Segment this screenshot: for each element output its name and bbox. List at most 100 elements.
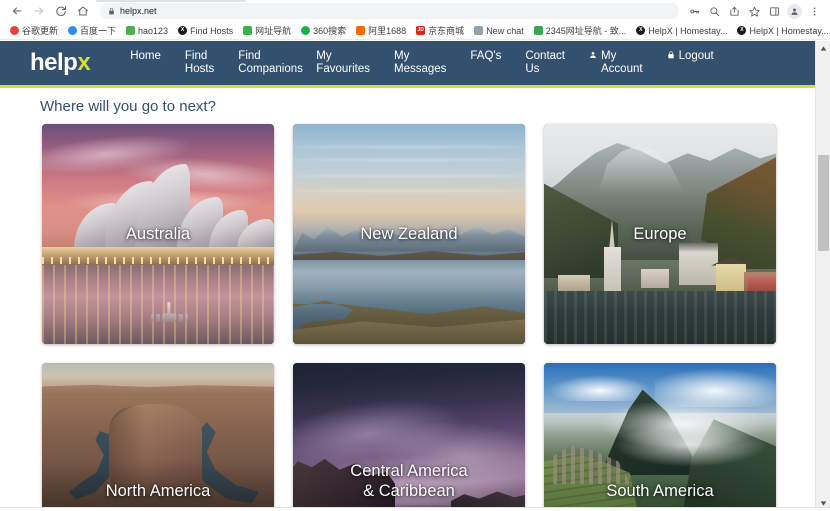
bookmark-item[interactable]: 网址导航 (238, 23, 296, 39)
scroll-up-arrow-icon[interactable] (816, 41, 830, 56)
chrome-menu-icon[interactable] (805, 2, 824, 20)
bookmark-label: New chat (486, 25, 524, 36)
bookmark-favicon (474, 26, 484, 35)
page-scrollbar[interactable] (815, 41, 830, 511)
nav-item-logout[interactable]: Logout (655, 50, 726, 63)
nav-links: Home Find Hosts Find Companions My Favourit… (118, 50, 726, 76)
side-panel-icon[interactable] (765, 2, 784, 20)
bookmark-item[interactable]: 阿里1688 (351, 23, 411, 39)
page-title: Where will you go to next? (40, 98, 216, 115)
bookmark-item[interactable]: hao123 (121, 23, 173, 39)
user-icon (589, 51, 597, 59)
toolbar-actions (685, 2, 824, 20)
destination-card[interactable]: Europe (544, 124, 776, 344)
bookmark-label: 2345网址导航 - 致... (545, 26, 627, 36)
bookmark-favicon: X (636, 26, 646, 35)
home-icon[interactable] (72, 1, 94, 21)
share-icon[interactable] (725, 2, 744, 20)
bookmark-item[interactable]: X HelpX | Homestay... (732, 23, 830, 39)
bookmark-favicon (10, 26, 19, 35)
bookmark-favicon (301, 26, 311, 35)
site-navigation-bar: helpx Home Find Hosts Find Companions My Fa… (0, 41, 815, 88)
nav-item-label: Logout (678, 50, 714, 62)
bookmark-label: HelpX | Homestay... (749, 25, 829, 36)
bookmark-item[interactable]: JD 京东商城 (411, 23, 469, 39)
destination-card[interactable]: Central America & Caribbean (293, 363, 525, 511)
nav-item-my-favourites[interactable]: My Favourites (304, 50, 382, 76)
bookmark-favicon (533, 26, 543, 35)
bookmark-item[interactable]: 2345网址导航 - 致... (529, 23, 632, 39)
bookmark-label: 360搜索 (313, 26, 347, 36)
destination-label: Europe (633, 225, 687, 243)
lock-icon (667, 51, 675, 59)
bookmark-favicon: X (737, 26, 747, 35)
bookmark-favicon: JD (416, 26, 426, 35)
nav-item-home[interactable]: Home (118, 50, 173, 63)
password-key-icon[interactable] (685, 2, 704, 20)
bookmark-label: 百度一下 (80, 26, 117, 36)
bookmarks-bar: 谷歌更新 百度一下 hao123 X Find Hosts 网址导航 360搜索 阿里1688… (0, 22, 830, 40)
nav-item-contact-us[interactable]: Contact Us (513, 50, 577, 76)
destination-card[interactable]: South America (544, 363, 776, 511)
destination-card[interactable]: New Zealand (293, 124, 525, 344)
destinations-grid: Australia New Zealand Europe North America C… (0, 124, 815, 511)
tab-strip-edge (96, 0, 246, 2)
browser-toolbar: helpx.net (0, 0, 830, 22)
bookmark-favicon (243, 26, 253, 35)
nav-item-label: Contact Us (525, 50, 565, 75)
nav-item-my-messages[interactable]: My Messages (382, 50, 458, 76)
nav-item-label: FAQ's (470, 50, 502, 62)
bookmark-label: 网址导航 (255, 26, 292, 36)
nav-item-find-companions[interactable]: Find Companions (226, 50, 304, 76)
bookmark-label: 谷歌更新 (22, 26, 59, 36)
bookmark-label: hao123 (138, 25, 169, 36)
bookmark-item[interactable]: 百度一下 (63, 23, 121, 39)
bookmark-favicon (68, 26, 78, 35)
address-bar[interactable]: helpx.net (100, 3, 679, 19)
profile-avatar-icon[interactable] (785, 2, 804, 20)
logo-primary-text: help (30, 49, 78, 76)
destination-card[interactable]: North America (42, 363, 274, 511)
nav-item-label: Home (130, 50, 161, 62)
bookmark-favicon (356, 26, 366, 35)
navigation-buttons (6, 1, 94, 21)
nav-item-label: My Messages (393, 50, 447, 75)
bookmark-label: 阿里1688 (368, 26, 407, 36)
helpx-logo[interactable]: helpx (30, 49, 91, 77)
reload-icon[interactable] (50, 1, 72, 21)
destination-label: South America (606, 482, 714, 500)
logo-accent-text: x (77, 49, 91, 76)
bookmark-item[interactable]: 360搜索 (296, 23, 351, 39)
nav-item-label: My Account (601, 50, 643, 75)
destination-label: Australia (125, 225, 191, 243)
bookmark-star-icon[interactable] (745, 2, 764, 20)
lock-icon (108, 2, 115, 20)
destination-label: Central America & Caribbean (350, 462, 468, 500)
scrollbar-thumb[interactable] (818, 155, 829, 251)
nav-item-find-hosts[interactable]: Find Hosts (173, 50, 226, 76)
nav-item-label: Find Companions (238, 50, 303, 75)
forward-arrow-icon[interactable] (28, 1, 50, 21)
nav-item-label: Find Hosts (184, 50, 215, 75)
bookmark-item[interactable]: X HelpX | Homestay... (631, 23, 732, 39)
bookmark-item[interactable]: X Find Hosts (173, 23, 238, 39)
window-bottom-edge (0, 507, 830, 511)
bookmark-item[interactable]: 谷歌更新 (5, 23, 63, 39)
nav-item-faqs[interactable]: FAQ's (458, 50, 513, 63)
bookmark-favicon (126, 26, 136, 35)
nav-item-label: My Favourites (316, 50, 370, 75)
browser-window: helpx.net 谷歌更新 百度一下 hao123 X Find Hosts … (0, 0, 830, 511)
helpx-page: helpx Home Find Hosts Find Companions My Fa… (0, 41, 815, 511)
bookmark-label: HelpX | Homestay... (648, 25, 728, 36)
bookmark-favicon: X (178, 26, 188, 35)
back-arrow-icon[interactable] (6, 1, 28, 21)
avatar (787, 3, 802, 19)
zoom-icon[interactable] (705, 2, 724, 20)
destination-card[interactable]: Australia (42, 124, 274, 344)
bookmark-item[interactable]: New chat (469, 23, 529, 39)
nav-item-my-account[interactable]: My Account (577, 50, 655, 76)
destination-label: New Zealand (360, 225, 458, 243)
url-text: helpx.net (120, 6, 157, 16)
destination-label: North America (105, 482, 211, 500)
bookmark-label: 京东商城 (428, 26, 465, 36)
